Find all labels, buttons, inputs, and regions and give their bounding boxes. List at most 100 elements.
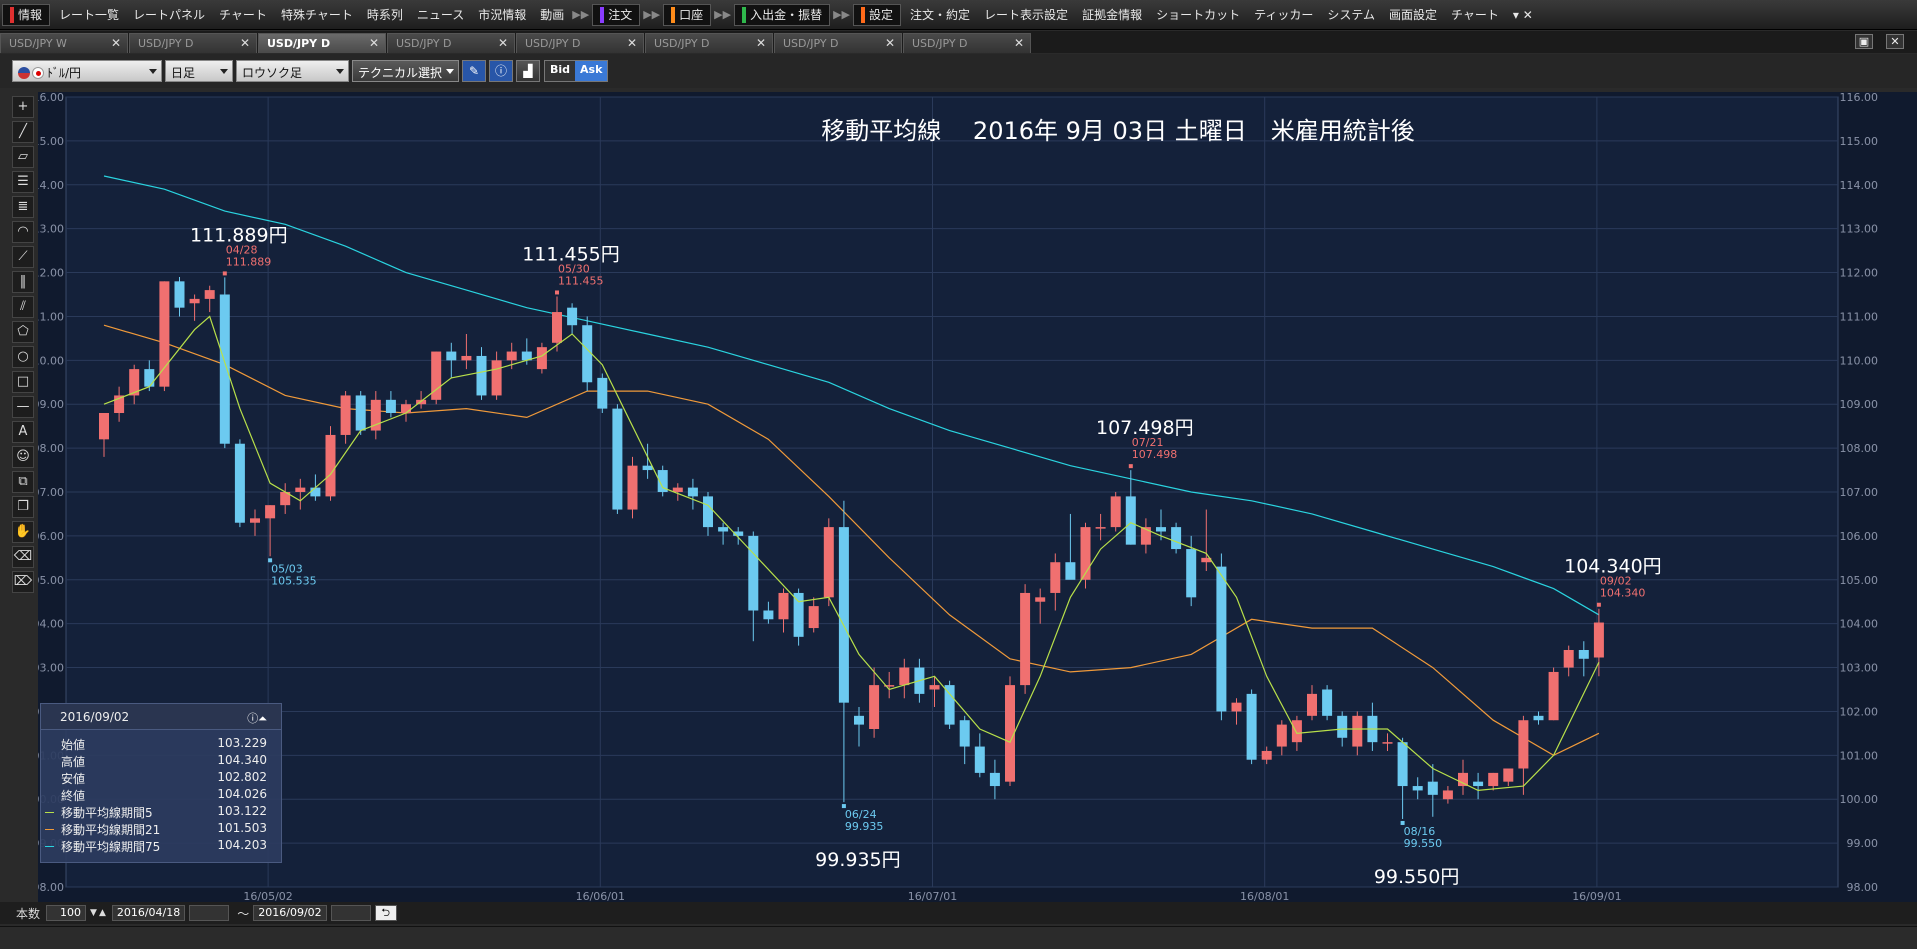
menu-item-10[interactable]: 口座 [663,3,712,26]
menu-item-3[interactable]: チャート [212,4,274,26]
eraser-icon[interactable]: ⌫ [12,546,34,568]
extreme-value-label: 107.498 [1132,448,1178,461]
chart-tab-7[interactable]: USD/JPY D ✕ [903,33,1031,53]
horizontal-lines-icon[interactable]: ☰ [12,171,34,193]
chart-tab-4[interactable]: USD/JPY D ✕ [516,33,644,53]
menu-item-6[interactable]: ニュース [410,4,471,26]
menu-item-4[interactable]: 特殊チャート [274,4,360,26]
info-row-label: 始値 [61,738,86,752]
menu-item-1[interactable]: レート一覧 [52,4,126,26]
status-bar [0,926,1917,949]
y-tick-label-left: 114.00 [38,179,64,192]
reload-icon[interactable]: ⮌ [374,905,397,921]
trendline-icon[interactable]: ╱ [12,121,34,143]
chart-tab-3[interactable]: USD/JPY D ✕ [387,33,515,53]
bid-ask-toggle[interactable]: Bid Ask [544,60,609,82]
to-date-field[interactable]: 2016/09/02 [253,905,327,921]
chart-tab-2[interactable]: USD/JPY D ✕ [258,33,386,53]
fibonacci-icon[interactable]: ≣ [12,196,34,218]
bar-count-up-icon[interactable]: ▲ [99,908,106,918]
candle-body [989,772,1000,787]
menu-color-marker [10,6,14,23]
bid-toggle[interactable]: Bid [545,61,576,81]
pentagon-icon[interactable]: ⬠ [12,321,34,343]
tab-close-icon[interactable]: ✕ [756,36,766,50]
menu-item-label: 証拠金情報 [1082,8,1143,22]
tab-close-icon[interactable]: ✕ [885,36,895,50]
chart-tab-1[interactable]: USD/JPY D ✕ [129,33,257,53]
bar-count-label: 本数 [16,906,41,921]
pen-tool-button[interactable]: ✎ [462,60,486,82]
technical-label: テクニカル選択 [358,66,443,80]
extreme-value-label: 99.935 [845,820,884,833]
info-row-label: 移動平均線期間21 [61,823,161,837]
hand-icon[interactable]: ✋ [12,521,34,543]
chart-tab-0[interactable]: USD/JPY W ✕ [0,33,128,53]
from-time-field[interactable] [189,905,230,921]
candle-body [189,298,200,304]
candle-body [974,746,985,773]
menu-overflow-button[interactable]: ▾ ✕ [1506,4,1540,26]
from-date-field[interactable]: 2016/04/18 [111,905,186,921]
chart-type-select[interactable]: ロウソク足 [236,60,349,82]
fan-icon[interactable]: ◠ [12,221,34,243]
chart-tab-6[interactable]: USD/JPY D ✕ [774,33,902,53]
info-collapse-icon[interactable]: ⓘ⏶ [247,710,267,726]
tab-close-icon[interactable]: ✕ [498,36,508,50]
restore-window-button[interactable]: ▣ [1855,34,1873,49]
menu-item-0[interactable]: 情報 [2,3,51,26]
chart-area[interactable]: 116.00 116.00 115.00 115.00 114.00 114.00 113.… [38,92,1917,905]
eraser-all-icon[interactable]: ⌦ [12,571,34,593]
tab-close-icon[interactable]: ✕ [369,36,379,50]
vertical-lines-icon[interactable]: ‖ [12,271,34,293]
rectangle-icon[interactable]: □ [12,371,34,393]
stamp-icon[interactable]: ☺ [12,446,34,468]
menu-item-14[interactable]: レート表示設定 [977,4,1075,26]
menu-item-20[interactable]: チャート [1444,4,1506,26]
technical-select[interactable]: テクニカル選択 [352,60,459,82]
menu-item-9[interactable]: 注文 [592,3,641,26]
menu-item-11[interactable]: 入出金・振替 [734,3,831,26]
menu-item-15[interactable]: 証拠金情報 [1075,4,1149,26]
tab-close-icon[interactable]: ✕ [1014,36,1024,50]
menu-item-19[interactable]: 画面設定 [1382,4,1444,26]
menu-item-7[interactable]: 市況情報 [471,4,533,26]
gann-icon[interactable]: ⟋ [12,246,34,268]
y-tick-label-left: 98.00 [38,881,64,894]
tab-label: USD/JPY D [396,37,452,50]
close-window-button[interactable]: ✕ [1886,34,1904,49]
bar-count-down-icon[interactable]: ▼ [90,908,97,918]
drawing-tools-panel: + ╱ ▱ ☰ ≣ ◠ ⟋ ‖ ⫽ ⬠ ○ □ — A ☺ ⧉ ❐ ✋ ⌫ ⌦ [12,96,34,596]
menu-item-5[interactable]: 時系列 [360,4,410,26]
tab-close-icon[interactable]: ✕ [627,36,637,50]
bar-count-input[interactable]: 100 [46,905,87,921]
circle-icon[interactable]: ○ [12,346,34,368]
menu-item-8[interactable]: 動画 [533,4,571,26]
menu-item-13[interactable]: 注文・約定 [903,4,977,26]
menu-item-16[interactable]: ショートカット [1149,4,1247,26]
tab-close-icon[interactable]: ✕ [240,36,250,50]
candle-body [1458,772,1468,787]
ask-toggle[interactable]: Ask [575,61,608,81]
menu-item-17[interactable]: ティッカー [1247,4,1320,26]
volume-chart-button[interactable]: ▟ [516,60,540,82]
menu-item-12[interactable]: 設定 [853,3,902,26]
chart-type-label: ロウソク足 [242,66,303,80]
currency-pair-select[interactable]: ﾄﾞﾙ/円 [12,60,162,82]
text-icon[interactable]: A [12,421,34,443]
paste-icon[interactable]: ❐ [12,496,34,518]
crosshair-icon[interactable]: + [12,96,34,118]
channel-icon[interactable]: ⫽ [12,296,34,318]
menu-item-18[interactable]: システム [1320,4,1382,26]
to-time-field[interactable] [330,905,371,921]
extreme-marker [1128,464,1133,469]
chart-tab-5[interactable]: USD/JPY D ✕ [645,33,773,53]
period-select[interactable]: 日足 [165,60,233,82]
tab-close-icon[interactable]: ✕ [111,36,121,50]
copy-icon[interactable]: ⧉ [12,471,34,493]
menu-item-2[interactable]: レートパネル [126,4,212,26]
horizontal-line-icon[interactable]: — [12,396,34,418]
info-button[interactable]: ⓘ [489,60,513,82]
main-menu-bar: 情報 レート一覧 レートパネル チャート 特殊チャート 時系列 ニュース 市況情報 動画 ▶▶ 注文… [0,0,1917,30]
ruler-icon[interactable]: ▱ [12,146,34,168]
